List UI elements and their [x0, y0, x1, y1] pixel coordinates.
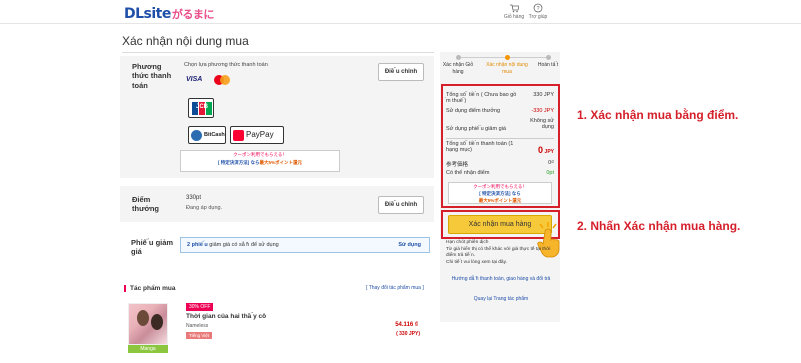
step-dot-2: [505, 55, 510, 60]
step-complete: Hoàn tấ ́t: [537, 62, 559, 68]
svg-text:?: ?: [536, 6, 539, 12]
points-status: Đang áp dụng.: [186, 205, 223, 211]
change-points-button[interactable]: Điề ̀u chỉnh: [378, 196, 424, 214]
jcb-logo: JCB: [188, 98, 214, 118]
page-title: Xác nhận nội dung mua: [122, 34, 249, 48]
logo[interactable]: DLsiteがるまに: [124, 6, 214, 22]
question-icon: ?: [533, 3, 543, 13]
discount-badge: 30% OFF: [186, 303, 214, 311]
summary-subtotal: Tổng số ́ tiề ̀n ( Chưa bao gồ ̀m thuế ́…: [446, 92, 554, 104]
work-thumbnail[interactable]: [128, 303, 168, 345]
cart-button[interactable]: Giỏ hàng: [502, 3, 526, 20]
visa-logo: VISA: [186, 76, 203, 83]
step-confirm: Xác nhận nội dung mua: [486, 62, 528, 75]
top-bar: DLsiteがるまに Giỏ hàng ? Trợ giúp: [0, 0, 801, 24]
use-coupon-link[interactable]: Sử dụng: [398, 238, 421, 252]
payment-coupon-banner: クーポン利用でもらえる！ [ 特定決済方法] なら最大5%ポイント還元: [180, 150, 340, 172]
purchase-notes: Hạn chót phiên dịch Từ giá hiển thị có t…: [446, 240, 551, 265]
discount-label: Phiế ́u giảm giá: [131, 238, 174, 257]
step-cart: Xác nhận Giỏ hàng: [442, 62, 474, 75]
work-circle[interactable]: Nameless: [186, 323, 208, 329]
step-dot-3: [546, 55, 551, 60]
mastercard-logo: [214, 75, 230, 85]
paypay-logo: PayPay: [230, 126, 284, 144]
step-progress-line: [460, 57, 548, 58]
bitcash-logo: BitCash: [188, 126, 226, 144]
payment-label: Phương thức thanh toán: [132, 62, 172, 90]
summary-ref-price: 参考価格 0₫: [446, 160, 554, 168]
work-price-jpy: ( 330 JPY): [396, 331, 420, 337]
callout-step1: 1. Xác nhận mua bằng điểm.: [577, 108, 739, 122]
back-to-work-link[interactable]: Quay lại Trang tác phẩm: [446, 296, 556, 302]
callout-step2: 2. Nhấn Xác nhận mua hàng.: [577, 219, 741, 233]
help-button[interactable]: ? Trợ giúp: [526, 3, 550, 20]
step-dot-1: [456, 55, 461, 60]
summary-divider: [446, 138, 554, 139]
summary-earn-points: Có thể nhận điểm 0pt: [446, 170, 554, 176]
summary-total: Tổng số ́ tiề ̀n thanh toán (1 hạng mục)…: [446, 141, 554, 155]
summary-points: Sử dụng điểm thưởng -330 JPY: [446, 108, 554, 114]
change-payment-button[interactable]: Điề ̀u chỉnh: [378, 63, 424, 81]
discount-coupon-box: 2 phiế ́u giảm giá có sẵ ̃n để sử dụng S…: [180, 237, 430, 253]
work-price: 54.116 ₫: [395, 322, 418, 328]
work-title[interactable]: Thời gian của hai thầ ̀y cô: [186, 313, 266, 320]
points-value: 330pt: [186, 195, 202, 201]
payment-guide-link[interactable]: Hướng dẫ ̃n thanh toán, giao hàng và đổi…: [446, 276, 556, 282]
points-label: Điểm thưởng: [132, 195, 160, 214]
language-tag: Tiếng Việt: [186, 332, 213, 339]
works-title: Tác phẩm mua: [124, 285, 176, 292]
cart-icon: [510, 4, 519, 13]
divider: [122, 52, 434, 53]
change-works-link[interactable]: [ Thay đổi tác phẩm mua ]: [366, 285, 424, 291]
summary-coupon-banner: クーポン利用でもらえる！ [ 特定決済方法] なら 最大5%ポイント還元: [448, 182, 552, 204]
work-type-label: Manga: [128, 345, 168, 353]
payment-hint: Chọn lựa phương thức thanh toán: [184, 62, 268, 68]
